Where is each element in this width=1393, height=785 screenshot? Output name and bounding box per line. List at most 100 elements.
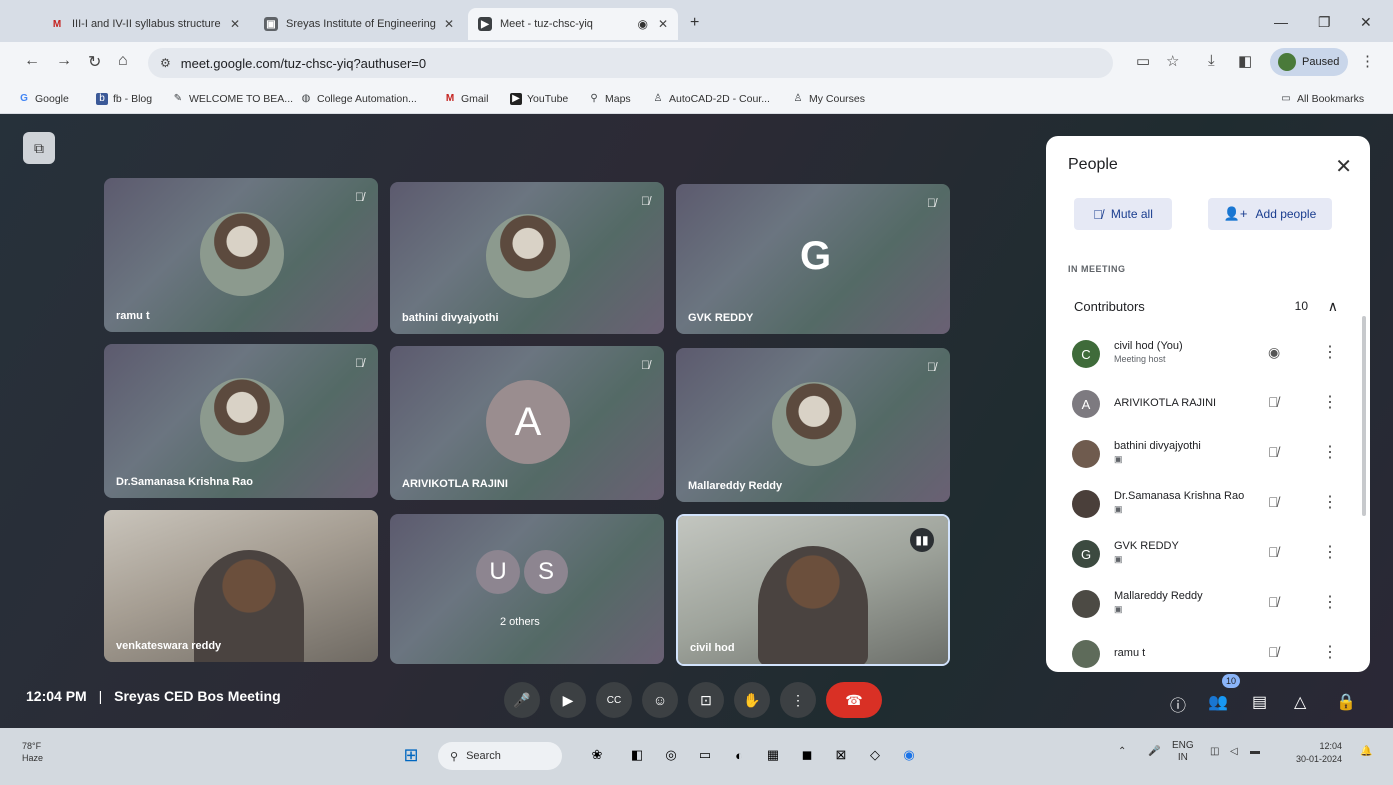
windows-start-icon[interactable]: ⊞ bbox=[400, 744, 422, 766]
more-options-icon[interactable]: ⋮ bbox=[1322, 492, 1338, 512]
file-explorer-icon[interactable]: ▭ bbox=[694, 744, 716, 766]
mic-off-icon[interactable]: 🎙̸ bbox=[1268, 544, 1279, 560]
mute-all-button[interactable]: 🎙̸ Mute all bbox=[1074, 198, 1172, 230]
tab-syllabus[interactable]: M III-I and IV-II syllabus structure ✕ bbox=[40, 8, 250, 40]
tab-meet[interactable]: ▶ Meet - tuz-chsc-yiq ◉ ✕ bbox=[468, 8, 678, 40]
bookmark-gmail[interactable]: M Gmail bbox=[444, 93, 489, 105]
side-panel-icon[interactable]: ◧ bbox=[1238, 52, 1252, 70]
participant-row[interactable]: A ARIVIKOTLA RAJINI 🎙̸ ⋮ bbox=[1060, 384, 1350, 428]
tile-gvk-reddy[interactable]: G 🎙̸ GVK REDDY bbox=[676, 184, 950, 334]
chevron-up-icon[interactable]: ∧ bbox=[1328, 298, 1338, 315]
chat-icon[interactable]: ▤ bbox=[1252, 692, 1267, 712]
volume-icon[interactable]: ◁ bbox=[1230, 746, 1238, 757]
leave-call-button[interactable]: ☎ bbox=[826, 682, 882, 718]
bookmark-youtube[interactable]: ▶ YouTube bbox=[510, 93, 568, 105]
picture-in-picture-icon[interactable]: ⧉ bbox=[23, 132, 55, 164]
download-icon[interactable]: ⤓ bbox=[1208, 52, 1215, 69]
tile-bathini-divyajyothi[interactable]: 🎙̸ bathini divyajyothi bbox=[390, 182, 664, 334]
restore-icon[interactable]: ❐ bbox=[1318, 14, 1331, 31]
xbox-icon[interactable]: ⊠ bbox=[830, 744, 852, 766]
back-icon[interactable]: ← bbox=[24, 52, 40, 70]
more-options-icon[interactable]: ⋮ bbox=[1322, 442, 1338, 462]
close-icon[interactable]: ✕ bbox=[1335, 154, 1352, 179]
new-tab-button[interactable]: + bbox=[690, 14, 699, 32]
battery-icon[interactable]: ▬ bbox=[1250, 746, 1260, 757]
bookmark-google[interactable]: G Google bbox=[18, 93, 69, 105]
bookmark-mycourses[interactable]: ♙ My Courses bbox=[792, 93, 866, 105]
minimize-icon[interactable]: — bbox=[1274, 14, 1288, 30]
network-icon[interactable]: ◫ bbox=[1210, 746, 1219, 757]
tile-arivikotla-rajini[interactable]: A 🎙̸ ARIVIKOTLA RAJINI bbox=[390, 346, 664, 500]
close-icon[interactable]: ✕ bbox=[658, 17, 668, 31]
tile-dr-samanasa-krishna-rao[interactable]: 🎙̸ Dr.Samanasa Krishna Rao bbox=[104, 344, 378, 498]
bookmark-maps[interactable]: ⚲ Maps bbox=[588, 93, 630, 105]
forward-icon[interactable]: → bbox=[56, 52, 72, 70]
reload-icon[interactable]: ↻ bbox=[88, 52, 101, 72]
all-bookmarks[interactable]: ▭ All Bookmarks bbox=[1280, 93, 1364, 105]
captions-button[interactable]: CC bbox=[596, 682, 632, 718]
participant-row[interactable]: bathini divyajyothi ▣ 🎙̸ ⋮ bbox=[1060, 434, 1350, 478]
mic-off-icon[interactable]: 🎙̸ bbox=[1268, 644, 1279, 660]
mic-tray-icon[interactable]: 🎤 bbox=[1148, 746, 1160, 757]
mic-off-icon[interactable]: 🎙̸ bbox=[1268, 494, 1279, 510]
contributors-header[interactable]: Contributors 10 ∧ bbox=[1060, 286, 1350, 326]
mic-off-icon[interactable]: 🎙̸ bbox=[1268, 394, 1279, 410]
participant-row[interactable]: ramu t 🎙̸ ⋮ bbox=[1060, 634, 1350, 672]
bookmark-college[interactable]: ◍ College Automation... bbox=[300, 93, 417, 105]
microphone-button[interactable]: 🎤 bbox=[504, 682, 540, 718]
more-options-icon[interactable]: ⋮ bbox=[1322, 642, 1338, 662]
meeting-details-icon[interactable]: ⓘ bbox=[1170, 692, 1186, 716]
participant-row[interactable]: Mallareddy Reddy ▣ 🎙̸ ⋮ bbox=[1060, 584, 1350, 628]
mic-off-icon[interactable]: 🎙̸ bbox=[1268, 444, 1279, 460]
tile-2-others[interactable]: U S 2 others bbox=[390, 514, 664, 664]
activities-icon[interactable]: △ bbox=[1294, 692, 1306, 712]
site-info-icon[interactable]: ⚙ bbox=[160, 56, 171, 70]
present-button[interactable]: ⊡ bbox=[688, 682, 724, 718]
add-people-button[interactable]: 👤+ Add people bbox=[1208, 198, 1332, 230]
shield-icon[interactable]: ◇ bbox=[864, 744, 886, 766]
system-clock[interactable]: 12:04 30-01-2024 bbox=[1296, 740, 1342, 766]
more-options-icon[interactable]: ⋮ bbox=[1322, 592, 1338, 612]
cast-icon[interactable]: ▭ bbox=[1136, 52, 1150, 70]
camera-button[interactable]: ▶ bbox=[550, 682, 586, 718]
task-view-icon[interactable]: ◧ bbox=[626, 744, 648, 766]
more-options-icon[interactable]: ⋮ bbox=[1322, 392, 1338, 412]
bookmark-star-icon[interactable]: ☆ bbox=[1166, 52, 1179, 70]
language-indicator[interactable]: ENG IN bbox=[1172, 740, 1194, 764]
chevron-up-icon[interactable]: ⌃ bbox=[1118, 746, 1126, 757]
raise-hand-button[interactable]: ✋ bbox=[734, 682, 770, 718]
tab-sreyas[interactable]: ▣ Sreyas Institute of Engineering ✕ bbox=[254, 8, 464, 40]
notification-bell-icon[interactable]: 🔔 bbox=[1360, 746, 1372, 757]
menu-icon[interactable]: ⋮ bbox=[1360, 52, 1375, 70]
taskbar-search[interactable]: ⚲ Search bbox=[438, 742, 562, 770]
address-bar[interactable]: ⚙ meet.google.com/tuz-chsc-yiq?authuser=… bbox=[148, 48, 1113, 78]
mic-off-icon[interactable]: 🎙̸ bbox=[1268, 594, 1279, 610]
close-window-icon[interactable]: ✕ bbox=[1360, 14, 1372, 31]
tile-civil-hod[interactable]: ▮▮ civil hod bbox=[676, 514, 950, 666]
participant-row[interactable]: C civil hod (You) Meeting host ◉ ⋮ bbox=[1060, 334, 1350, 378]
app-icon[interactable]: ◼ bbox=[796, 744, 818, 766]
more-options-icon[interactable]: ⋮ bbox=[1322, 342, 1338, 362]
close-icon[interactable]: ✕ bbox=[230, 17, 240, 31]
scrollbar[interactable] bbox=[1362, 316, 1366, 516]
profile-button[interactable]: Paused bbox=[1270, 48, 1348, 76]
chrome-icon[interactable]: ◉ bbox=[898, 744, 920, 766]
host-controls-icon[interactable]: 🔒 bbox=[1336, 692, 1356, 712]
store-icon[interactable]: ▦ bbox=[762, 744, 784, 766]
tile-venkateswara-reddy[interactable]: venkateswara reddy bbox=[104, 510, 378, 662]
weather-widget[interactable]: 78°F Haze bbox=[22, 740, 43, 764]
tile-mallareddy-reddy[interactable]: 🎙̸ Mallareddy Reddy bbox=[676, 348, 950, 502]
people-icon[interactable]: 👥 bbox=[1208, 692, 1228, 712]
participant-row[interactable]: G GVK REDDY ▣ 🎙̸ ⋮ bbox=[1060, 534, 1350, 578]
emoji-button[interactable]: ☺ bbox=[642, 682, 678, 718]
edge-icon[interactable]: ◐ bbox=[728, 744, 750, 766]
chat-app-icon[interactable]: ◎ bbox=[660, 744, 682, 766]
more-options-button[interactable]: ⋮ bbox=[780, 682, 816, 718]
more-options-icon[interactable]: ⋮ bbox=[1322, 542, 1338, 562]
bookmark-bea[interactable]: ✎ WELCOME TO BEA... bbox=[172, 93, 293, 105]
close-icon[interactable]: ✕ bbox=[444, 17, 454, 31]
bookmark-autocad[interactable]: ♙ AutoCAD-2D - Cour... bbox=[652, 93, 770, 105]
widgets-icon[interactable]: ❀ bbox=[586, 744, 608, 766]
tile-ramu-t[interactable]: 🎙̸ ramu t bbox=[104, 178, 378, 332]
home-icon[interactable]: ⌂ bbox=[118, 52, 128, 70]
